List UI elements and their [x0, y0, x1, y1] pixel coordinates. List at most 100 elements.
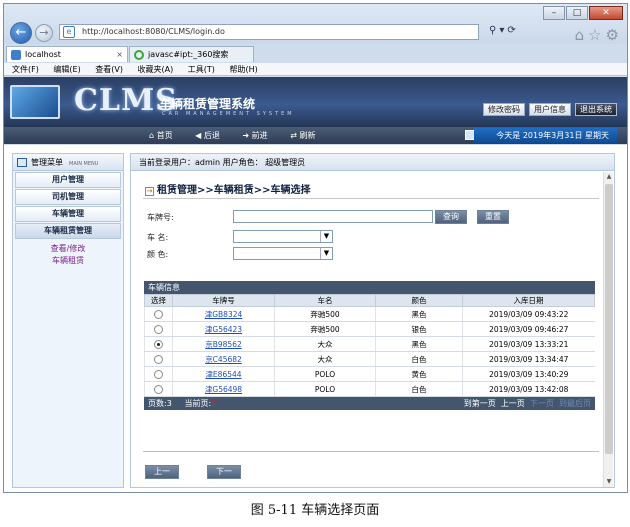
pager: 到第一页 上一页 下一页 到最后页 [464, 397, 591, 410]
next-page-link[interactable]: 下一页 [530, 399, 554, 408]
scroll-thumb[interactable] [605, 184, 613, 454]
table-header-row: 选择 车牌号 车名 颜色 入库日期 [144, 294, 595, 307]
plate-link[interactable]: 津G56498 [205, 385, 242, 394]
plate-link[interactable]: 津G56423 [205, 325, 242, 334]
next-step-button[interactable]: 下一步 [207, 465, 241, 488]
select-radio[interactable] [154, 384, 163, 394]
tab-localhost[interactable]: localhost × [6, 46, 128, 62]
color-label: 颜 色: [147, 250, 169, 259]
row-select [144, 381, 173, 397]
last-page-link[interactable]: 到最后页 [559, 399, 591, 408]
toolbar-forward[interactable]: ➜ 前进 [242, 131, 277, 140]
toolbar-refresh[interactable]: ⇄ 刷新 [290, 131, 325, 140]
row-color: 黑色 [375, 306, 463, 322]
row-date: 2019/03/09 13:34:47 [462, 351, 595, 367]
content-area: 管理菜单 MAIN MENU 用户管理 司机管理 车辆管理 车辆租赁管理 查看/修… [4, 145, 627, 492]
row-plate: 津G56423 [172, 321, 275, 337]
user-info-button[interactable]: 用户信息 [529, 103, 571, 116]
row-name: 奔驰500 [274, 306, 376, 322]
select-radio[interactable] [154, 369, 163, 379]
tab-close-icon[interactable]: × [116, 47, 123, 63]
plate-link[interactable]: 京B98562 [205, 340, 242, 349]
address-tools-icon[interactable]: ⚲▾⟳ [489, 25, 519, 36]
star-icon[interactable]: ☆ [588, 26, 605, 44]
app-subtitle: CAR MANAGEMENT SYSTEM [162, 111, 295, 117]
first-page-link[interactable]: 到第一页 [464, 399, 496, 408]
window-controls: – □ ✕ [543, 6, 623, 20]
toolbar-home[interactable]: ⌂ 首页 [149, 131, 183, 140]
current-page: 1 [211, 399, 217, 408]
sidebar-item-users[interactable]: 用户管理 [15, 172, 121, 188]
scroll-up-icon[interactable]: ▲ [604, 172, 614, 182]
sidebar-item-rental[interactable]: 车辆租赁管理 [15, 223, 121, 239]
car-name-select[interactable]: ▼ [233, 230, 333, 243]
maximize-icon[interactable]: □ [566, 6, 588, 20]
prev-page-link[interactable]: 上一页 [501, 399, 525, 408]
table-caption: 车辆信息 [144, 281, 595, 294]
current-user-bar: 当前登录用户：admin 用户角色： 超级管理员 [131, 154, 614, 171]
select-radio[interactable] [154, 354, 163, 364]
sidebar-title-en: MAIN MENU [69, 161, 99, 167]
sidebar-item-drivers[interactable]: 司机管理 [15, 189, 121, 205]
gear-icon[interactable]: ⚙ [606, 26, 623, 44]
back-arrow-icon[interactable]: ← [10, 22, 32, 44]
menu-edit[interactable]: 编辑(E) [53, 65, 80, 74]
plate-input[interactable] [233, 210, 433, 223]
tab-search[interactable]: javasc#ipt:_360搜索 [129, 46, 254, 62]
menu-view[interactable]: 查看(V) [95, 65, 123, 74]
row-name: POLO [274, 381, 376, 397]
breadcrumb-text: 租赁管理>>车辆租赁>>车辆选择 [157, 185, 311, 196]
title-bar: ← → e http://localhost:8080/CLMS/login.d… [4, 4, 627, 44]
sidebar-sublink-view-edit[interactable]: 查看/修改 [13, 243, 123, 255]
plate-link[interactable]: 津E86544 [205, 370, 241, 379]
divider [143, 198, 599, 199]
menu-file[interactable]: 文件(F) [12, 65, 39, 74]
select-radio[interactable] [154, 339, 163, 349]
minimize-icon[interactable]: – [543, 6, 565, 20]
sidebar-sublink-rental[interactable]: 车辆租赁 [13, 255, 123, 267]
menu-tools[interactable]: 工具(T) [188, 65, 215, 74]
toolbar-back[interactable]: ◀ 后退 [195, 131, 230, 140]
pages-count: 3 [166, 399, 172, 408]
sidebar-title: 管理菜单 [31, 158, 63, 167]
table-row: 京B98562 大众 黑色 2019/03/09 13:33:21 [144, 336, 595, 352]
menu-icon [17, 158, 27, 167]
tab-label: javasc#ipt:_360搜索 [148, 50, 229, 59]
pages-label: 页数: [148, 399, 167, 408]
scroll-down-icon[interactable]: ▼ [604, 477, 614, 487]
app-title: 车辆租赁管理系统 [159, 97, 256, 111]
reset-button[interactable]: 重置 [477, 210, 509, 224]
scrollbar[interactable]: ▲ ▼ [603, 172, 613, 487]
plate-link[interactable]: 京C45682 [205, 355, 242, 364]
forward-arrow-icon[interactable]: → [35, 24, 53, 42]
row-select [144, 306, 173, 322]
plate-link[interactable]: 津GB8324 [205, 310, 243, 319]
browser-tabs: localhost × javasc#ipt:_360搜索 [4, 46, 627, 62]
address-bar[interactable]: e http://localhost:8080/CLMS/login.do [59, 24, 479, 40]
change-password-button[interactable]: 修改密码 [483, 103, 525, 116]
menu-favorites[interactable]: 收藏夹(A) [138, 65, 174, 74]
row-name: 奔驰500 [274, 321, 376, 337]
toolbar-home-label: 首页 [156, 131, 173, 140]
figure-caption: 图 5-11 车辆选择页面 [250, 503, 380, 518]
search-engine-icon [134, 50, 144, 60]
toolbar-nav: ⌂ 首页 ◀ 后退 ➜ 前进 ⇄ 刷新 [149, 127, 335, 144]
table-row: 津E86544 POLO 黄色 2019/03/09 13:40:29 [144, 366, 595, 382]
select-radio[interactable] [154, 309, 163, 319]
row-select [144, 336, 173, 352]
prev-step-button[interactable]: 上一步 [145, 465, 179, 488]
query-button[interactable]: 查询 [435, 210, 467, 224]
main-panel: 当前登录用户：admin 用户角色： 超级管理员 → 租赁管理>>车辆租赁>>车辆… [130, 153, 615, 488]
logout-button[interactable]: 退出系统 [575, 103, 617, 116]
sidebar-item-vehicles[interactable]: 车辆管理 [15, 206, 121, 222]
toolbar-refresh-label: 刷新 [299, 131, 316, 140]
select-radio[interactable] [154, 324, 163, 334]
monitor-logo-icon [10, 85, 60, 119]
menu-help[interactable]: 帮助(H) [229, 65, 257, 74]
row-plate: 津GB8324 [172, 306, 275, 322]
table-row: 京C45682 大众 白色 2019/03/09 13:34:47 [144, 351, 595, 367]
close-icon[interactable]: ✕ [589, 6, 623, 20]
color-select[interactable]: ▼ [233, 247, 333, 260]
home-icon[interactable]: ⌂ [575, 26, 589, 44]
row-plate: 京C45682 [172, 351, 275, 367]
